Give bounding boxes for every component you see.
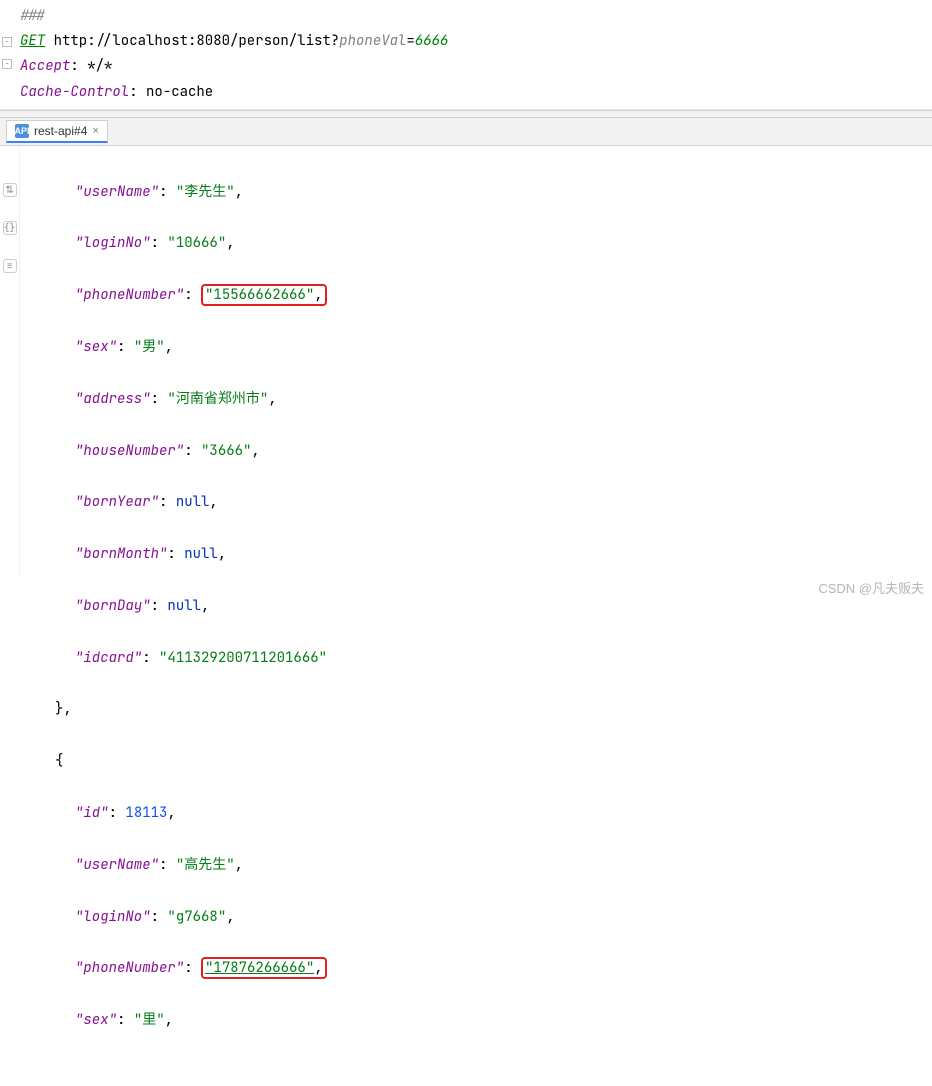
fold-marker[interactable]: − — [2, 37, 12, 47]
header-key: Cache-Control — [20, 83, 129, 101]
request-url: http://localhost:8080/person/list? — [54, 32, 340, 50]
separator — [0, 110, 932, 118]
header-key: Accept — [20, 57, 70, 75]
request-marker: ### — [20, 7, 45, 25]
gutter-icon[interactable]: ≡ — [3, 259, 17, 273]
api-icon: API — [15, 124, 29, 138]
highlighted-value: "17876266666", — [201, 957, 327, 979]
gutter-icon[interactable]: ⇅ — [3, 183, 17, 197]
watermark: CSDN @凡夫贩夫 — [818, 578, 924, 597]
tab-label: rest-api#4 — [34, 124, 87, 138]
highlighted-value: "15566662666", — [201, 284, 327, 306]
fold-marker[interactable]: − — [2, 59, 12, 69]
tool-gutter: ⇅ {} ≡ — [0, 146, 20, 576]
response-body[interactable]: "userName": "李先生", "loginNo": "10666", "… — [20, 146, 932, 576]
param-value: 6666 — [415, 32, 449, 50]
close-icon[interactable]: × — [92, 125, 98, 137]
tab-rest-api[interactable]: API rest-api#4 × — [6, 120, 108, 143]
response-tab-bar: API rest-api#4 × — [0, 118, 932, 146]
request-editor[interactable]: ### GET http://localhost:8080/person/lis… — [0, 0, 932, 110]
gutter-icon[interactable]: {} — [3, 221, 17, 235]
http-method: GET — [20, 32, 45, 50]
param-key: phoneVal — [339, 32, 406, 50]
